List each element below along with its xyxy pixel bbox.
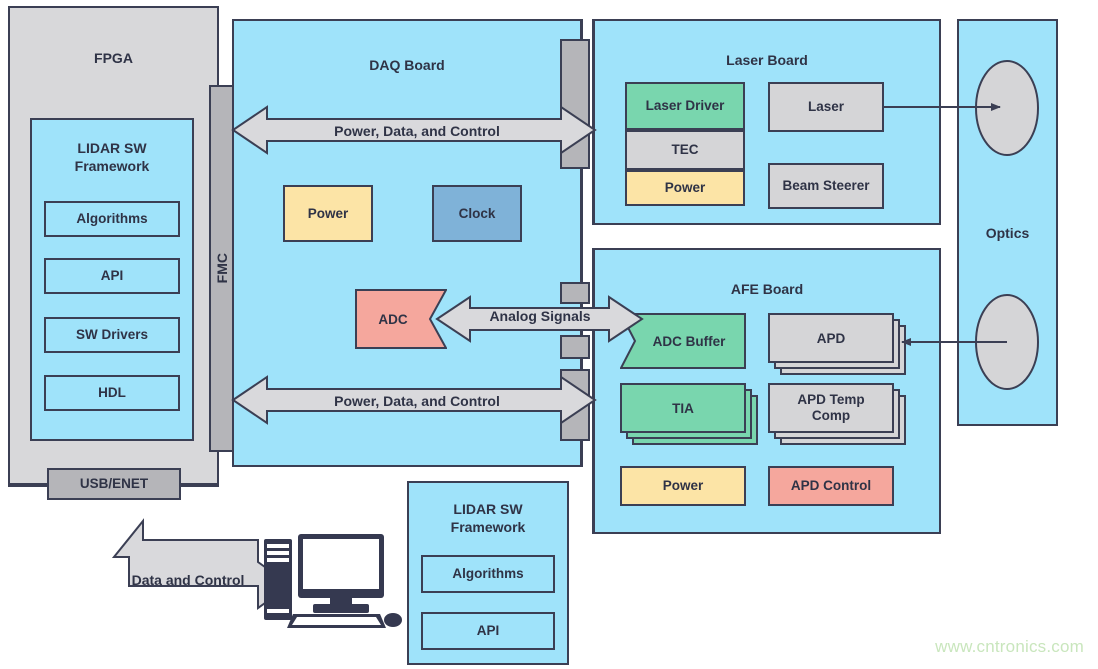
arrow-data-and-control bbox=[111, 518, 292, 610]
laser-board-title: Laser Board bbox=[726, 52, 808, 68]
fpga-block-sw-drivers[interactable]: SW Drivers bbox=[44, 317, 180, 353]
afe-block-tia-stack[interactable]: TIA bbox=[620, 383, 758, 445]
afe-block-adc-buffer-label: ADC Buffer bbox=[652, 333, 726, 349]
laser-block-power[interactable]: Power bbox=[625, 170, 745, 206]
arrow-label-analog-signals: Analog Signals bbox=[489, 308, 591, 324]
laser-block-laser-driver[interactable]: Laser Driver bbox=[625, 82, 745, 130]
host-block-algorithms[interactable]: Algorithms bbox=[421, 555, 555, 593]
usb-enet-port[interactable]: USB/ENET bbox=[47, 468, 181, 500]
desktop-computer-icon bbox=[264, 534, 402, 628]
optics-board[interactable]: Optics bbox=[957, 19, 1058, 426]
fmc-label: FMC bbox=[213, 253, 230, 284]
fpga-block-algorithms[interactable]: Algorithms bbox=[44, 201, 180, 237]
afe-block-apd-stack[interactable]: APD bbox=[768, 313, 906, 375]
optics-title: Optics bbox=[985, 225, 1030, 241]
fpga-framework-title: LIDAR SW Framework bbox=[74, 140, 150, 175]
afe-apd-temp-comp-line2: Comp bbox=[811, 408, 851, 423]
arrow-label-data-and-control: Data and Control bbox=[131, 572, 245, 588]
daq-connector-mid-upper[interactable] bbox=[561, 283, 589, 303]
laser-block-tec[interactable]: TEC bbox=[625, 130, 745, 170]
daq-block-clock[interactable]: Clock bbox=[432, 185, 522, 242]
afe-block-apd-temp-comp-stack[interactable]: APD Temp Comp bbox=[768, 383, 906, 445]
arrow-label-power-data-control-bottom: Power, Data, and Control bbox=[334, 393, 500, 409]
afe-block-apd[interactable]: APD bbox=[768, 313, 894, 363]
afe-block-tia[interactable]: TIA bbox=[620, 383, 746, 433]
watermark: www.cntronics.com bbox=[935, 637, 1084, 656]
laser-block-beam-steerer[interactable]: Beam Steerer bbox=[768, 163, 884, 209]
fpga-block-api[interactable]: API bbox=[44, 258, 180, 294]
afe-apd-temp-comp-line1: APD Temp bbox=[797, 391, 865, 407]
fpga-block-hdl[interactable]: HDL bbox=[44, 375, 180, 411]
fpga-title: FPGA bbox=[94, 50, 133, 66]
host-block-api[interactable]: API bbox=[421, 612, 555, 650]
laser-block-laser[interactable]: Laser bbox=[768, 82, 884, 132]
afe-block-power[interactable]: Power bbox=[620, 466, 746, 506]
afe-block-apd-control[interactable]: APD Control bbox=[768, 466, 894, 506]
daq-connector-top[interactable] bbox=[561, 40, 589, 168]
daq-block-power[interactable]: Power bbox=[283, 185, 373, 242]
afe-board-title: AFE Board bbox=[730, 281, 804, 297]
daq-block-adc[interactable]: ADC bbox=[355, 289, 447, 349]
daq-connector-mid-lower[interactable] bbox=[561, 336, 589, 358]
arrow-label-power-data-control-top: Power, Data, and Control bbox=[334, 123, 500, 139]
daq-block-adc-label: ADC bbox=[378, 311, 408, 327]
afe-block-adc-buffer[interactable]: ADC Buffer bbox=[620, 313, 746, 369]
diagram-canvas: FPGA LIDAR SW Framework Algorithms API S… bbox=[0, 0, 1098, 669]
daq-connector-bottom[interactable] bbox=[561, 370, 589, 440]
afe-block-apd-temp-comp[interactable]: APD Temp Comp bbox=[768, 383, 894, 433]
daq-board-title: DAQ Board bbox=[369, 57, 445, 73]
host-framework-title: LIDAR SW Framework bbox=[450, 501, 526, 536]
